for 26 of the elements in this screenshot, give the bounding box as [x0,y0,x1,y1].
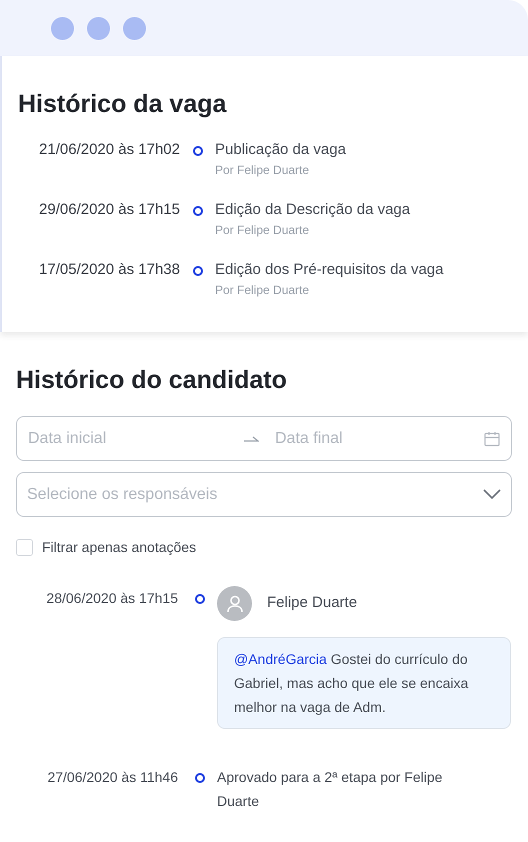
entry-date: 21/06/2020 às 17h02 [38,140,180,160]
note-text: @AndréGarcia Gostei do currículo do Gabriel, mas acho que ele se encaixa melhor na vaga de Adm. [217,637,511,729]
entry-action: Edição dos Pré-requisitos da vaga [215,260,444,280]
entry-date: 28/06/2020 às 17h15 [45,589,178,608]
entry-action: Edição da Descrição da vaga [215,200,410,220]
end-date-placeholder: Data final [275,428,344,448]
responsible-select[interactable]: Selecione os responsáveis [16,472,512,517]
user-icon [226,594,244,612]
entry-date: 17/05/2020 às 17h38 [38,260,180,280]
calendar-icon [484,430,500,446]
entry-author: Por Felipe Duarte [215,282,310,299]
section-title: Histórico do candidato [16,365,288,396]
entry-author: Por Felipe Duarte [215,162,310,179]
entry-date: 29/06/2020 às 17h15 [38,200,180,220]
date-range-field[interactable]: Data inicial Data final [16,416,512,461]
entry-date: 27/06/2020 às 11h46 [46,768,178,787]
start-date-placeholder: Data inicial [28,428,108,448]
checkbox-label: Filtrar apenas anotações [42,538,196,557]
checkbox[interactable] [16,539,33,556]
entry-author: Por Felipe Duarte [215,222,310,239]
event-text: Aprovado para a 2ª etapa por Felipe Duarte [217,768,444,811]
section-title: Histórico da vaga [18,89,228,120]
author-name: Felipe Duarte [267,593,358,614]
mention-link[interactable]: @AndréGarcia [234,651,327,667]
chevron-down-icon [483,489,501,500]
entry-action: Publicação da vaga [215,140,346,160]
